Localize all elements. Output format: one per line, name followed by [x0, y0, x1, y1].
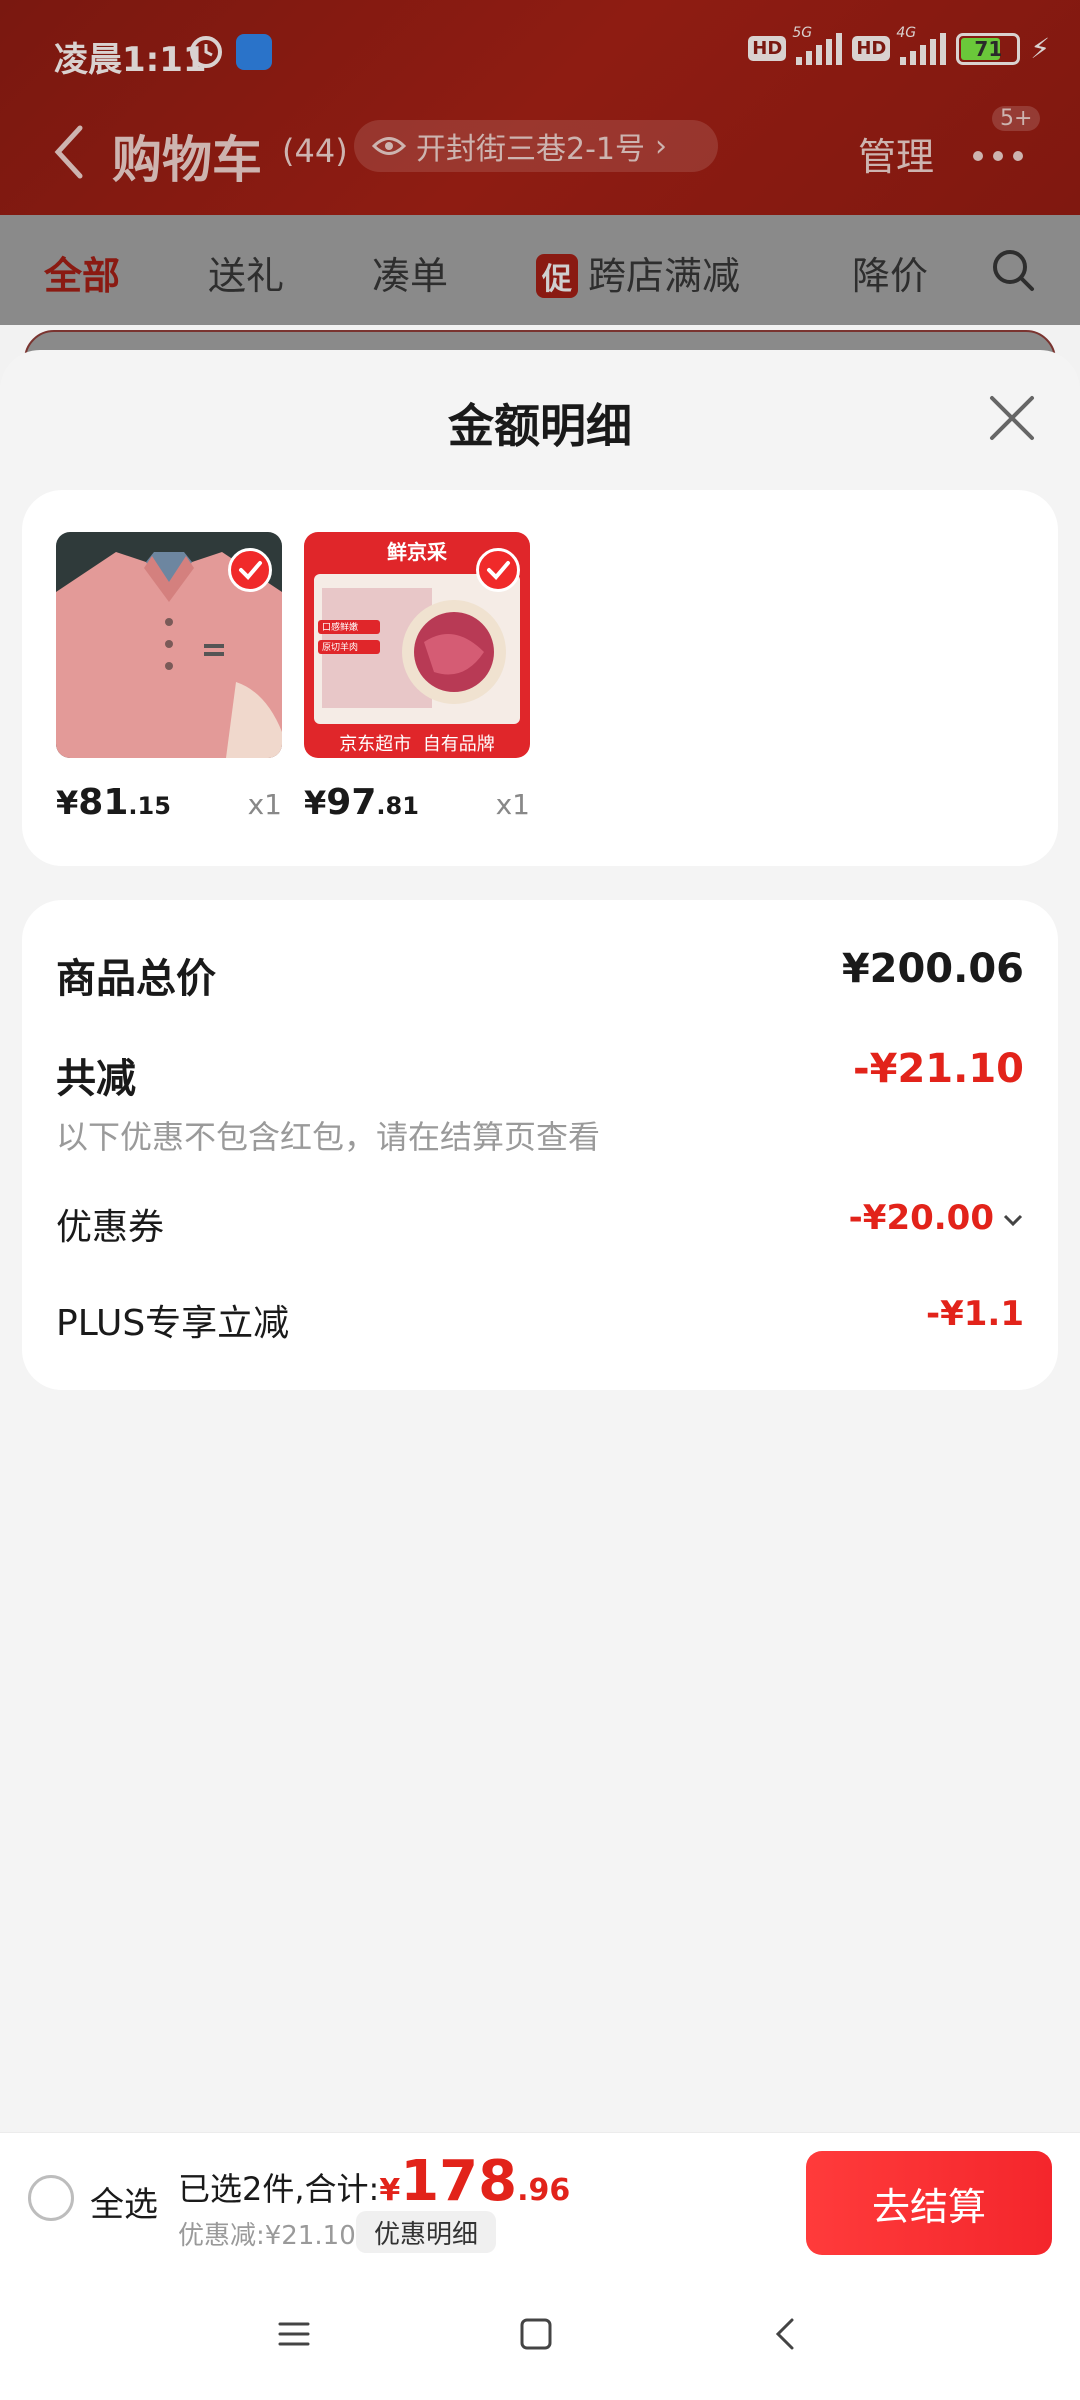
sheet-title: 金额明细 — [448, 399, 632, 453]
cart-nav-row: 购物车 (44) 开封街三巷2-1号 › 管理 5+ — [0, 106, 1080, 210]
more-icon[interactable] — [966, 134, 1036, 174]
promo-tag: 促 — [536, 254, 578, 298]
cart-header: 凌晨1:11 HD 5G HD 4G 71 ⚡ 购物车 (44) 开封街三巷2-… — [0, 0, 1080, 215]
menu-icon[interactable] — [272, 2312, 316, 2356]
product-price: ¥81.15 — [56, 782, 171, 823]
amount-detail-sheet: 金额明细 ¥81.15 x1 鲜京采 口感鲜嫩 原切羊肉 京东超市 自有品牌 ¥… — [0, 350, 1080, 2132]
address-selector[interactable]: 开封街三巷2-1号 › — [354, 120, 718, 172]
discount-summary: 优惠减:¥21.10 — [178, 2221, 356, 2251]
product-price: ¥97.81 — [304, 782, 419, 823]
eye-icon — [372, 137, 406, 155]
product-quantity: x1 — [247, 788, 282, 821]
manage-button[interactable]: 管理 — [858, 126, 934, 181]
signal-4g-icon: 4G — [896, 25, 947, 65]
cart-count: (44) — [282, 132, 348, 170]
checkout-bar: 全选 已选2件,合计:¥178.96 优惠减:¥21.10 优惠明细 去结算 — [0, 2132, 1080, 2268]
battery-icon: 71 — [956, 32, 1021, 65]
select-all-checkbox[interactable] — [28, 2175, 74, 2221]
total-summary: 已选2件,合计:¥178.96 — [178, 2149, 571, 2214]
checkout-button[interactable]: 去结算 — [806, 2151, 1052, 2255]
home-icon[interactable] — [514, 2312, 558, 2356]
product-store-banner: 京东超市 自有品牌 — [339, 734, 495, 755]
tab-combine[interactable]: 凑单 — [372, 245, 448, 300]
app-notification-icon — [236, 34, 272, 70]
selected-check-icon — [228, 548, 272, 592]
product-tag-tender: 口感鲜嫩 — [322, 623, 359, 633]
tab-price-drop[interactable]: 降价 — [852, 245, 928, 300]
back-icon[interactable] — [50, 122, 90, 182]
chevron-down-icon — [1003, 1214, 1023, 1226]
tab-cross-store[interactable]: 促跨店满减 — [536, 245, 740, 300]
selected-check-icon — [476, 548, 520, 592]
plus-discount-label: PLUS专享立减 — [56, 1303, 290, 1344]
signal-5g-icon: 5G — [792, 25, 843, 65]
hd-icon: HD — [748, 36, 787, 61]
plus-discount-value: -¥1.1 — [926, 1294, 1024, 1334]
price-breakdown-card: 商品总价 ¥200.06 共减 -¥21.10 以下优惠不包含红包，请在结算页查… — [22, 900, 1058, 1390]
tab-gift[interactable]: 送礼 — [208, 245, 284, 300]
coupon-value: -¥20.00 — [849, 1198, 1024, 1238]
more-badge: 5+ — [992, 106, 1041, 131]
tab-all[interactable]: 全部 — [44, 245, 120, 300]
product-image-lamb: 鲜京采 口感鲜嫩 原切羊肉 京东超市 自有品牌 — [304, 532, 530, 758]
reduction-label: 共减 — [56, 1056, 136, 1102]
charging-icon: ⚡ — [1030, 32, 1050, 65]
hd-icon-2: HD — [852, 36, 891, 61]
plus-discount-row: PLUS专享立减 -¥1.1 — [56, 1294, 1024, 1346]
discount-detail-button[interactable]: 优惠明细 — [356, 2211, 497, 2253]
subtotal-value: ¥200.06 — [841, 946, 1024, 992]
reduction-value: -¥21.10 — [853, 1046, 1024, 1092]
address-text: 开封街三巷2-1号 — [416, 132, 645, 167]
select-all-label[interactable]: 全选 — [90, 2177, 158, 2226]
page-title: 购物车 — [112, 131, 262, 189]
close-icon[interactable] — [986, 392, 1038, 444]
reduction-note: 以下优惠不包含红包，请在结算页查看 — [56, 1118, 601, 1156]
reduction-row: 共减 -¥21.10 — [56, 1046, 1024, 1104]
chevron-right-icon: › — [655, 128, 667, 164]
product-image-polo — [56, 532, 282, 758]
alarm-icon — [190, 36, 222, 68]
product-tag-cut: 原切羊肉 — [322, 643, 359, 653]
status-bar: 凌晨1:11 HD 5G HD 4G 71 ⚡ — [0, 0, 1080, 105]
coupon-label: 优惠券 — [56, 1207, 165, 1248]
status-time: 凌晨1:11 — [54, 40, 207, 80]
search-icon[interactable] — [988, 245, 1038, 295]
selected-products-card: ¥81.15 x1 鲜京采 口感鲜嫩 原切羊肉 京东超市 自有品牌 ¥97.81… — [22, 490, 1058, 866]
system-navigation-bar — [0, 2268, 1080, 2400]
product-quantity: x1 — [495, 788, 530, 821]
back-nav-icon[interactable] — [764, 2312, 808, 2356]
coupon-row[interactable]: 优惠券 -¥20.00 — [56, 1198, 1024, 1250]
cart-tabs: 全部 送礼 凑单 促跨店满减 降价 — [0, 215, 1080, 325]
subtotal-label: 商品总价 — [56, 956, 216, 1002]
subtotal-row: 商品总价 ¥200.06 — [56, 946, 1024, 1004]
